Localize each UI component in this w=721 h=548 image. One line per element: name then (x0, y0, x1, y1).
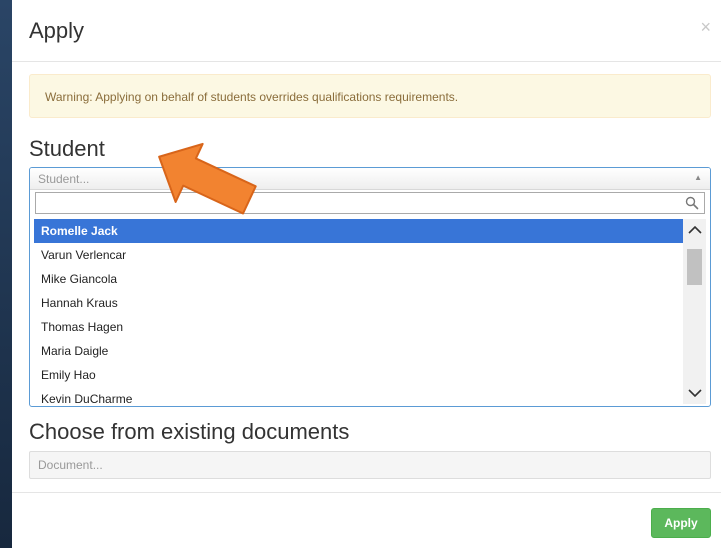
student-search-box[interactable] (35, 192, 705, 214)
student-search-input[interactable] (36, 193, 676, 213)
list-item[interactable]: Mike Giancola (34, 267, 684, 291)
warning-alert: Warning: Applying on behalf of students … (29, 74, 711, 118)
search-icon (685, 196, 699, 210)
list-item[interactable]: Kevin DuCharme (34, 387, 684, 406)
caret-up-icon[interactable]: ▲ (694, 173, 702, 182)
apply-modal: Apply × Warning: Applying on behalf of s… (12, 0, 721, 548)
list-item[interactable]: Hannah Kraus (34, 291, 684, 315)
close-icon[interactable]: × (700, 18, 711, 36)
scrollbar-thumb[interactable] (687, 249, 702, 285)
student-results-list: Romelle Jack Varun Verlencar Mike Giancola… (34, 219, 684, 406)
chevron-up-icon[interactable] (683, 219, 706, 241)
list-item[interactable]: Maria Daigle (34, 339, 684, 363)
modal-header: Apply × (12, 0, 721, 62)
annotation-arrow-icon (158, 142, 257, 215)
list-item[interactable]: Varun Verlencar (34, 243, 684, 267)
document-select[interactable]: Document... (29, 451, 711, 479)
student-select[interactable]: Student... ▲ Romelle Jack Varun Verlencar… (29, 167, 711, 407)
student-select-placeholder: Student... (38, 172, 90, 186)
modal-footer: Apply (12, 492, 721, 548)
student-label: Student (29, 136, 105, 161)
modal-title: Apply (29, 18, 85, 43)
list-item[interactable]: Emily Hao (34, 363, 684, 387)
student-select-head[interactable]: Student... ▲ (30, 168, 710, 190)
documents-label: Choose from existing documents (29, 419, 350, 444)
page-backdrop (0, 0, 12, 548)
list-item[interactable]: Thomas Hagen (34, 315, 684, 339)
list-item[interactable]: Romelle Jack (34, 219, 684, 243)
results-scrollbar[interactable] (683, 219, 706, 404)
chevron-down-icon[interactable] (683, 382, 706, 404)
apply-button[interactable]: Apply (651, 508, 711, 538)
